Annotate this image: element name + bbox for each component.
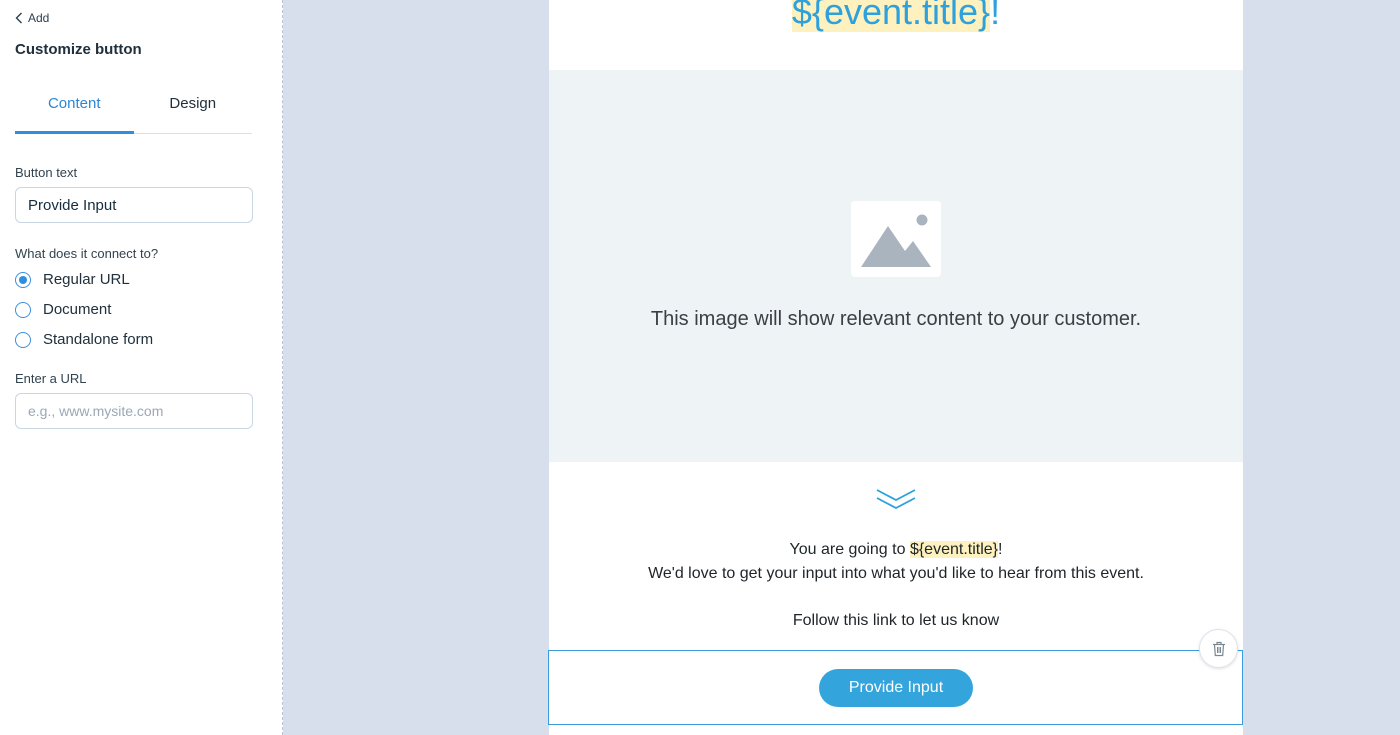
chevron-left-icon [15, 12, 22, 24]
radio-label: Document [43, 301, 112, 318]
radio-button-checked[interactable] [15, 271, 31, 288]
delete-button[interactable] [1199, 629, 1238, 668]
line1-prefix: You are going to [789, 541, 910, 558]
radio-document[interactable]: Document [15, 301, 111, 318]
double-chevron-down-icon [876, 489, 916, 510]
button-block-selected[interactable]: Provide Input [548, 650, 1243, 725]
provide-input-button[interactable]: Provide Input [819, 669, 973, 707]
email-preview: ${event.title}! This image will show rel… [549, 0, 1243, 735]
button-text-input[interactable] [15, 187, 253, 223]
radio-button[interactable] [15, 301, 31, 318]
radio-button[interactable] [15, 331, 31, 348]
image-placeholder-icon [851, 201, 941, 277]
settings-panel: Add Customize button Content Design Butt… [0, 0, 283, 735]
image-block[interactable]: This image will show relevant content to… [549, 70, 1243, 462]
image-caption: This image will show relevant content to… [650, 308, 1142, 330]
email-title: ${event.title}! [791, 0, 1001, 34]
radio-label: Regular URL [43, 271, 130, 288]
event-title-variable: ${event.title} [791, 0, 991, 32]
title-suffix: ! [990, 0, 1001, 32]
back-label: Add [28, 11, 50, 25]
url-input[interactable] [15, 393, 253, 429]
connect-label: What does it connect to? [15, 246, 159, 261]
line1-suffix: ! [998, 541, 1003, 558]
trash-icon [1212, 641, 1225, 656]
email-header[interactable]: ${event.title}! [549, 0, 1243, 70]
event-title-variable: ${event.title} [909, 541, 999, 558]
radio-standalone-form[interactable]: Standalone form [15, 331, 153, 348]
back-button[interactable]: Add [15, 11, 49, 25]
url-label: Enter a URL [15, 371, 87, 386]
message-line-1[interactable]: You are going to ${event.title}! [549, 541, 1243, 559]
radio-label: Standalone form [43, 331, 154, 348]
message-line-3[interactable]: Follow this link to let us know [549, 612, 1243, 630]
tab-design[interactable]: Design [134, 86, 253, 133]
panel-tabs: Content Design [15, 86, 252, 134]
tab-content[interactable]: Content [15, 86, 134, 134]
panel-title: Customize button [15, 41, 142, 58]
radio-regular-url[interactable]: Regular URL [15, 271, 130, 288]
button-text-label: Button text [15, 165, 78, 180]
message-line-2[interactable]: We'd love to get your input into what yo… [549, 565, 1243, 583]
